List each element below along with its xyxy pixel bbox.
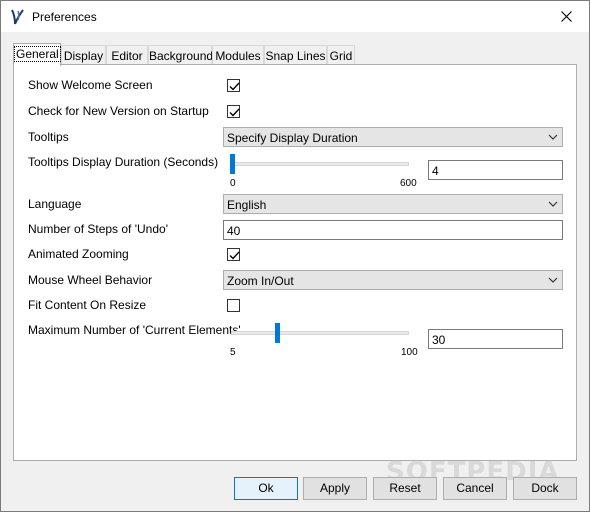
tab-label: Display: [63, 49, 104, 63]
show-welcome-label: Show Welcome Screen: [28, 78, 153, 92]
tab-snap-lines[interactable]: Snap Lines: [264, 45, 327, 65]
reset-button[interactable]: Reset: [373, 477, 437, 500]
checkmark-icon: [229, 82, 240, 91]
undo-steps-label: Number of Steps of 'Undo': [28, 222, 168, 236]
tooltips-select[interactable]: Specify Display Duration: [223, 127, 563, 147]
tab-label: Modules: [215, 49, 261, 63]
tooltips-label: Tooltips: [28, 130, 69, 144]
tab-label: Background: [149, 49, 214, 63]
check-version-label: Check for New Version on Startup: [28, 104, 209, 118]
checkmark-icon: [229, 108, 240, 117]
max-current-field[interactable]: 30: [428, 329, 563, 349]
tooltip-duration-max: 600: [400, 178, 417, 189]
tab-grid[interactable]: Grid: [327, 45, 355, 65]
tab-background[interactable]: Background: [148, 45, 214, 65]
language-label: Language: [28, 197, 82, 211]
tab-label: Editor: [111, 49, 143, 63]
tab-label: General: [14, 46, 61, 62]
tab-general[interactable]: General: [13, 43, 61, 66]
tooltip-duration-value: 4: [432, 164, 439, 178]
checkmark-icon: [229, 251, 240, 260]
max-current-value: 30: [432, 333, 446, 347]
tab-editor[interactable]: Editor: [106, 45, 148, 65]
chevron-down-icon: [548, 134, 558, 140]
title-bar: Preferences: [1, 1, 589, 32]
close-icon: [560, 10, 572, 22]
animated-zooming-checkbox[interactable]: [227, 248, 240, 261]
apply-button[interactable]: Apply: [303, 477, 367, 500]
app-icon: [9, 8, 25, 26]
max-current-slider[interactable]: [275, 323, 280, 343]
preferences-window: Preferences General Display Editor Backg…: [0, 0, 590, 512]
cancel-button[interactable]: Cancel: [443, 477, 507, 500]
tooltip-duration-slider[interactable]: [230, 154, 235, 174]
max-current-min: 5: [230, 347, 236, 358]
mouse-wheel-select[interactable]: Zoom In/Out: [223, 270, 563, 290]
language-select-value: English: [227, 198, 267, 212]
tooltip-duration-label: Tooltips Display Duration (Seconds): [28, 155, 219, 169]
general-panel: Show Welcome Screen Check for New Versio…: [13, 64, 577, 461]
language-select[interactable]: English: [223, 194, 563, 214]
chevron-down-icon: [548, 277, 558, 283]
mouse-wheel-label: Mouse Wheel Behavior: [28, 273, 153, 287]
close-button[interactable]: [543, 1, 589, 31]
check-version-checkbox[interactable]: [227, 105, 240, 118]
ok-button[interactable]: Ok: [234, 477, 298, 500]
tooltip-duration-min: 0: [230, 178, 236, 189]
tab-modules[interactable]: Modules: [212, 45, 264, 65]
mouse-wheel-select-value: Zoom In/Out: [227, 274, 294, 288]
tab-label: Snap Lines: [265, 49, 326, 63]
tab-label: Grid: [329, 49, 353, 63]
max-current-max: 100: [401, 347, 418, 358]
tooltips-select-value: Specify Display Duration: [227, 131, 358, 145]
max-current-label: Maximum Number of 'Current Elements': [28, 323, 241, 337]
show-welcome-checkbox[interactable]: [227, 79, 240, 92]
max-current-track: [231, 331, 409, 335]
tab-display[interactable]: Display: [61, 45, 106, 65]
tooltip-duration-track: [231, 162, 409, 166]
undo-steps-value: 40: [227, 224, 241, 238]
animated-zooming-label: Animated Zooming: [28, 247, 129, 261]
fit-content-label: Fit Content On Resize: [28, 298, 147, 312]
tooltip-duration-field[interactable]: 4: [428, 160, 563, 180]
chevron-down-icon: [548, 201, 558, 207]
fit-content-checkbox[interactable]: [227, 299, 240, 312]
undo-steps-field[interactable]: 40: [223, 220, 563, 240]
window-title: Preferences: [32, 10, 97, 24]
dock-button[interactable]: Dock: [513, 477, 577, 500]
